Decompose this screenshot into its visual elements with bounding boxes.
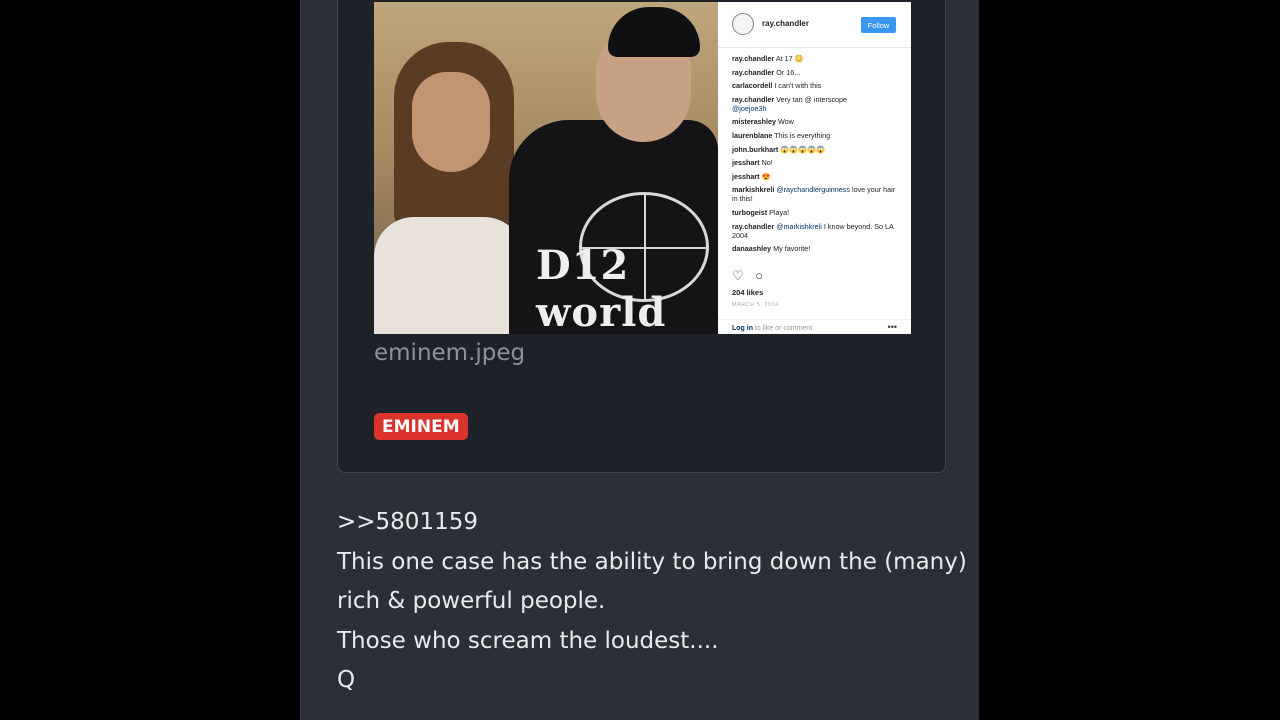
comment-text: Playa! [769,207,790,217]
instagram-footer: Log in to like or comment. ••• [718,319,911,334]
comment-username: ray.chandler [732,54,775,63]
list-item: ray.chandler At 17 😳 [732,54,902,63]
man-cap [608,7,700,57]
comment-text: My favorite! [773,244,811,254]
post-date: MARCH 5, 2014 [732,302,779,308]
comment-username: john.burkhart [732,144,779,154]
list-item: jesshart No! [732,158,902,167]
comment-username: danaashley [732,244,772,254]
list-item: ray.chandler Very tan @ interscope @joejo… [732,95,902,113]
instagram-panel: ray.chandler Follow ray.chandler At 17 😳… [718,2,911,334]
comment-username: ray.chandler [732,67,775,77]
list-item: jesshart 😍 [732,172,902,181]
post-body: >>5801159 This one case has the ability … [337,503,967,701]
list-item: danaashley My favorite! [732,244,902,253]
more-options-icon: ••• [887,322,897,332]
tag-badge[interactable]: EMINEM [374,413,468,440]
comment-list: ray.chandler At 17 😳 ray.chandler Or 16..… [732,54,902,258]
comment-text: 😱😱😱😱😱 [780,144,826,154]
comment-text: At 17 😳 [775,54,804,63]
comment-username: markishkreli [732,185,775,195]
comment-username: ray.chandler [732,94,775,104]
list-item: john.burkhart 😱😱😱😱😱 [732,145,902,154]
list-item: laurenblane This is everything [732,131,902,140]
likes-count: 204 likes [732,288,764,297]
post-signature: Q [337,667,356,694]
comment-username: carlacordell [732,81,773,91]
list-item: misterashley Wow [732,117,902,126]
photo: D12 world [374,2,718,334]
comment-mention: @raychandlerguinness [776,185,850,195]
login-link: Log in [732,325,753,332]
attachment-filename[interactable]: eminem.jpeg [374,340,525,366]
attachment-image[interactable]: D12 world ray.chandler Follow ray.chandl… [374,2,911,334]
comment-text: 😍 [761,171,771,181]
list-item: ray.chandler Or 16... [732,68,902,77]
comment-username: laurenblane [732,130,773,140]
comment-username: jesshart [732,171,760,181]
comment-text: No! [761,158,773,168]
post-reference-link[interactable]: >>5801159 [337,503,947,543]
comment-mention: @joejoe3h [732,103,767,113]
comment-mention: @markishkreli [776,221,822,231]
login-text: to like or comment. [754,325,815,332]
instagram-header: ray.chandler Follow [718,2,911,48]
post-line: This one case has the ability to bring d… [337,548,967,575]
instagram-actions: ♡ ○ [732,268,771,284]
comment-username: jesshart [732,158,760,168]
comment-text: Wow [777,117,794,127]
comment-text: This is everything [774,130,831,140]
comment-text: Very tan @ interscope [776,94,848,104]
comment-text: I can't with this [774,81,822,91]
login-prompt: Log in to like or comment. [732,325,814,332]
list-item: markishkreli @raychandlerguinness love y… [732,185,902,203]
comment-text: Or 16... [776,67,801,77]
post-line: rich & powerful people. [337,588,606,615]
heart-icon: ♡ [732,268,744,283]
list-item: ray.chandler @markishkreli I know beyond… [732,222,902,240]
comment-username: ray.chandler [732,221,775,231]
woman-top [374,217,524,334]
comment-username: misterashley [732,117,776,127]
woman-face [412,72,490,172]
avatar [732,13,754,35]
comment-username: turbogeist [732,207,768,217]
post-line: Those who scream the loudest.... [337,627,719,654]
follow-button: Follow [861,17,896,33]
comment-icon: ○ [755,268,764,283]
instagram-username: ray.chandler [762,19,809,28]
shirt-print: D12 world [536,242,667,334]
list-item: turbogeist Playa! [732,208,902,217]
list-item: carlacordell I can't with this [732,81,902,90]
